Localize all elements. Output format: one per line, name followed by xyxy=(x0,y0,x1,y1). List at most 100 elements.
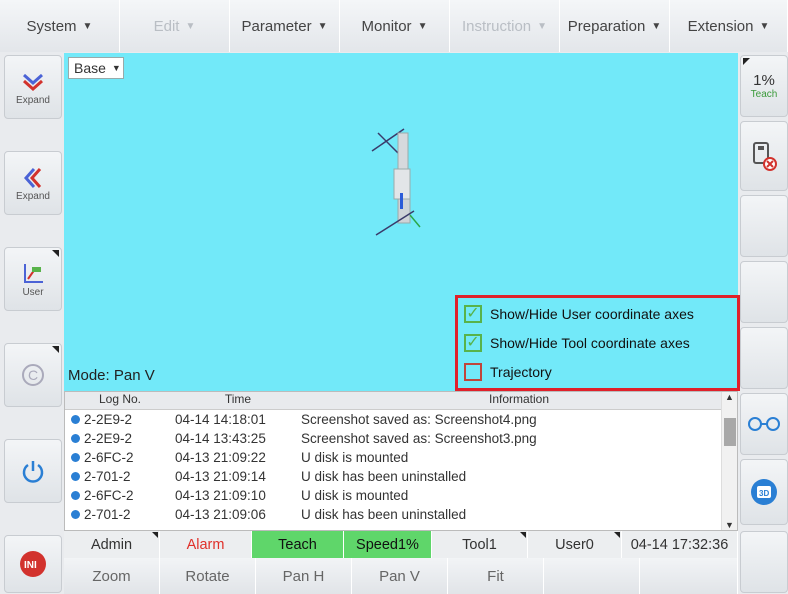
menu-edit[interactable]: Edit ▼ xyxy=(120,0,230,52)
menu-label: Parameter xyxy=(241,17,312,35)
usb-eject-button[interactable] xyxy=(740,121,788,191)
log-row[interactable]: 2-6FC-2 04-13 21:09:10 U disk is mounted xyxy=(65,486,737,505)
chevron-down-icon: ▼ xyxy=(417,20,428,32)
power-button[interactable] xyxy=(4,439,62,503)
left-toolbar: Expand Expand User C INI xyxy=(0,53,64,594)
right-blank-button-2[interactable] xyxy=(740,261,788,323)
log-time-cell: 04-14 14:18:01 xyxy=(175,412,266,427)
ini-logo-icon: INI xyxy=(20,551,46,577)
menu-system[interactable]: System ▼ xyxy=(0,0,120,52)
status-user-label: User0 xyxy=(555,536,594,553)
toggle-tool-axes[interactable]: ✓ Show/Hide Tool coordinate axes xyxy=(464,331,690,355)
chevron-down-icon: ▼ xyxy=(317,20,328,32)
fit-label: Fit xyxy=(487,567,504,585)
menu-preparation[interactable]: Preparation ▼ xyxy=(560,0,670,52)
log-info-cell: Screenshot saved as: Screenshot3.png xyxy=(301,431,537,446)
svg-text:INI: INI xyxy=(24,560,37,571)
scroll-up-icon[interactable]: ▲ xyxy=(722,392,737,402)
coordinate-frame-icon xyxy=(24,263,43,283)
menu-instruction[interactable]: Instruction ▼ xyxy=(450,0,560,52)
right-blank-button-4[interactable] xyxy=(740,531,788,593)
status-admin[interactable]: Admin xyxy=(64,531,160,558)
pan-v-button[interactable]: Pan V xyxy=(352,558,448,594)
pan-h-button[interactable]: Pan H xyxy=(256,558,352,594)
log-row[interactable]: 2-6FC-2 04-13 21:09:22 U disk is mounted xyxy=(65,448,737,467)
log-row[interactable]: 2-2E9-2 04-14 14:18:01 Screenshot saved as… xyxy=(65,410,737,429)
pan-v-label: Pan V xyxy=(379,567,420,585)
right-toolbar: 1% Teach 3D xyxy=(738,53,788,594)
log-no-cell: 2-2E9-2 xyxy=(65,412,175,427)
status-speed[interactable]: Speed1% xyxy=(344,531,432,558)
datetime-label: 04-14 17:32:36 xyxy=(630,536,729,553)
info-icon xyxy=(71,491,80,500)
option-label: Show/Hide User coordinate axes xyxy=(490,306,694,322)
zoom-button[interactable]: Zoom xyxy=(64,558,160,594)
log-info-cell: U disk is mounted xyxy=(301,488,409,503)
checkbox-unchecked-icon[interactable] xyxy=(464,363,482,381)
ini-button[interactable]: INI xyxy=(4,535,62,593)
menu-label: Preparation xyxy=(567,17,646,35)
chevron-down-icon: ▼ xyxy=(185,20,196,32)
user-frame-button[interactable]: User xyxy=(4,247,62,311)
robot-jog-button[interactable] xyxy=(740,393,788,455)
status-admin-label: Admin xyxy=(90,536,133,553)
info-icon xyxy=(71,434,80,443)
status-user[interactable]: User0 xyxy=(528,531,622,558)
checkbox-checked-icon[interactable]: ✓ xyxy=(464,305,482,323)
rotate-c-button[interactable]: C xyxy=(4,343,62,407)
status-datetime: 04-14 17:32:36 xyxy=(622,531,738,558)
log-row[interactable]: 2-2E9-2 04-14 13:43:25 Screenshot saved as… xyxy=(65,429,737,448)
chevron-down-icon: ▼ xyxy=(537,20,548,32)
chevron-down-icon: ▼ xyxy=(651,20,662,32)
fit-button[interactable]: Fit xyxy=(448,558,544,594)
info-icon xyxy=(71,472,80,481)
log-no: 2-6FC-2 xyxy=(84,450,134,465)
log-no: 2-2E9-2 xyxy=(84,431,133,446)
chevron-down-icon: ▼ xyxy=(759,20,770,32)
rotate-button[interactable]: Rotate xyxy=(160,558,256,594)
menu-parameter[interactable]: Parameter ▼ xyxy=(230,0,340,52)
3d-view-button[interactable]: 3D xyxy=(740,459,788,525)
scroll-down-icon[interactable]: ▼ xyxy=(722,520,737,530)
log-no: 2-701-2 xyxy=(84,507,131,522)
log-scrollbar[interactable]: ▲ ▼ xyxy=(721,392,737,530)
expand-left-button[interactable]: Expand xyxy=(4,151,62,215)
log-time-cell: 04-13 21:09:06 xyxy=(175,507,266,522)
menu-monitor[interactable]: Monitor ▼ xyxy=(340,0,450,52)
log-row[interactable]: 2-701-2 04-13 21:09:06 U disk has been uni… xyxy=(65,505,737,524)
bottom-blank-button-2[interactable] xyxy=(640,558,738,594)
expand-down-button[interactable]: Expand xyxy=(4,55,62,119)
option-label: Trajectory xyxy=(490,364,552,380)
frame-select-value: Base xyxy=(74,60,106,76)
frame-select[interactable]: Base ▼ xyxy=(68,57,124,79)
chevron-down-icon: ▼ xyxy=(111,63,121,73)
checkbox-checked-icon[interactable]: ✓ xyxy=(464,334,482,352)
scroll-thumb[interactable] xyxy=(724,418,736,446)
log-time-cell: 04-14 13:43:25 xyxy=(175,431,266,446)
svg-text:3D: 3D xyxy=(759,489,769,498)
right-blank-button-3[interactable] xyxy=(740,327,788,389)
speed-indicator-button[interactable]: 1% Teach xyxy=(740,55,788,117)
robot-model xyxy=(371,128,421,236)
status-teach-label: Teach xyxy=(278,536,317,553)
svg-text:C: C xyxy=(28,367,38,383)
expand-label: Expand xyxy=(16,190,50,202)
submenu-corner-icon xyxy=(52,346,59,353)
3d-viewport[interactable]: Base ▼ Mode: Pan V ✓ Show/Hide User coord… xyxy=(64,53,740,391)
speed-value: 1% xyxy=(753,72,775,89)
status-teach[interactable]: Teach xyxy=(252,531,344,558)
menu-label: Instruction xyxy=(461,17,532,35)
toggle-user-axes[interactable]: ✓ Show/Hide User coordinate axes xyxy=(464,302,694,326)
log-row[interactable]: 2-701-2 04-13 21:09:14 U disk has been uni… xyxy=(65,467,737,486)
submenu-corner-icon xyxy=(743,58,750,65)
toggle-trajectory[interactable]: Trajectory xyxy=(464,360,552,384)
bottom-blank-button-1[interactable] xyxy=(544,558,640,594)
log-table: Log No. Time Information 2-2E9-2 04-14 14… xyxy=(64,391,738,531)
status-tool[interactable]: Tool1 xyxy=(432,531,528,558)
usb-disabled-icon xyxy=(753,142,777,171)
menu-extension[interactable]: Extension ▼ xyxy=(670,0,788,52)
right-blank-button-1[interactable] xyxy=(740,195,788,257)
status-alarm[interactable]: Alarm xyxy=(160,531,252,558)
status-speed-label: Speed1% xyxy=(356,536,419,553)
mode-label: Mode: Pan V xyxy=(68,367,155,384)
